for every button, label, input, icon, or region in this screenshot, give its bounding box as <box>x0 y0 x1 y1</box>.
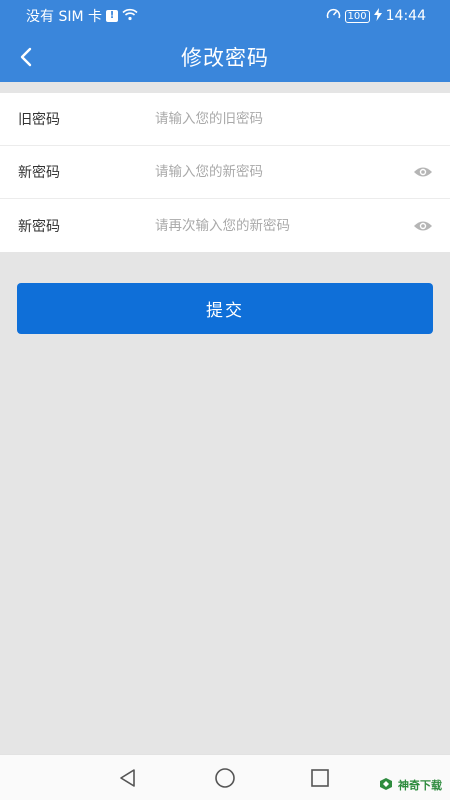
status-bar: 没有 SIM 卡 ! 100 14:44 <box>0 0 450 32</box>
new-password-row: 新密码 <box>0 146 450 199</box>
carrier-text: 没有 SIM 卡 <box>26 9 102 25</box>
recents-square-icon[interactable] <box>307 765 333 791</box>
password-form: 旧密码 新密码 新密码 <box>0 93 450 252</box>
title-bar: 修改密码 <box>0 32 450 82</box>
clock-time: 14:44 <box>385 8 426 24</box>
confirm-password-label: 新密码 <box>18 218 60 235</box>
old-password-label: 旧密码 <box>18 112 60 128</box>
page-title: 修改密码 <box>181 46 269 70</box>
speedometer-icon <box>326 7 341 25</box>
home-circle-icon[interactable] <box>212 765 238 791</box>
back-triangle-icon[interactable] <box>115 765 141 791</box>
leaf-logo-icon <box>378 777 394 794</box>
watermark: 神奇下载 <box>378 775 442 795</box>
charging-bolt-icon <box>373 7 382 25</box>
eye-icon[interactable] <box>413 162 433 182</box>
battery-icon: 100 <box>344 9 370 23</box>
eye-icon[interactable] <box>413 216 433 236</box>
sim-alert-icon: ! <box>106 10 118 22</box>
back-button[interactable] <box>12 40 40 74</box>
watermark-text: 神奇下载 <box>398 779 442 792</box>
submit-button[interactable]: 提交 <box>17 283 433 334</box>
new-password-label: 新密码 <box>18 165 60 181</box>
wifi-icon <box>122 8 138 25</box>
old-password-row: 旧密码 <box>0 93 450 146</box>
app-header: 没有 SIM 卡 ! 100 14:44 修改密码 <box>0 0 450 82</box>
status-left: 没有 SIM 卡 ! <box>26 6 138 26</box>
status-right: 100 14:44 <box>326 7 426 25</box>
chevron-left-icon <box>20 47 32 67</box>
confirm-password-input[interactable] <box>155 210 395 241</box>
confirm-password-row: 新密码 <box>0 199 450 252</box>
old-password-input[interactable] <box>155 104 395 134</box>
new-password-input[interactable] <box>155 157 395 187</box>
